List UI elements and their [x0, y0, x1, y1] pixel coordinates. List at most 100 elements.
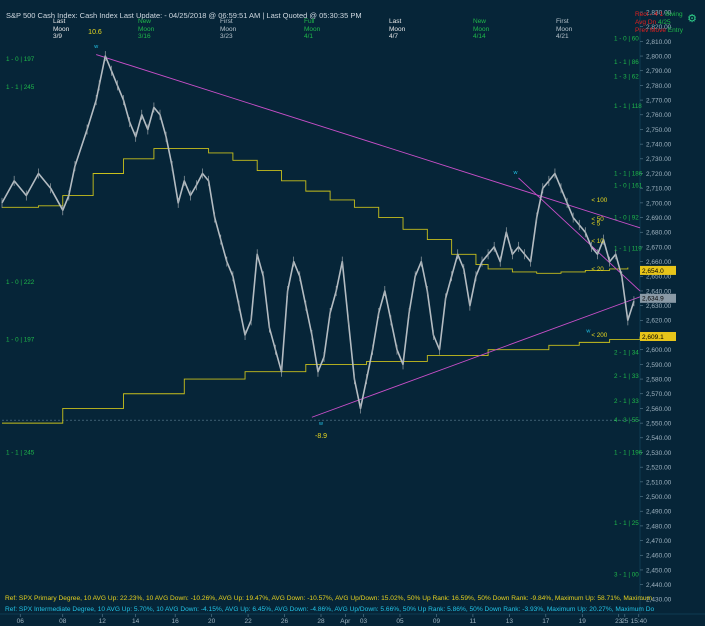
y-tick-label: 2,810.00 — [646, 39, 672, 46]
y-tick-label: 2,710.00 — [646, 186, 672, 193]
peak-label: 10.6 — [88, 29, 102, 36]
settings-icon[interactable]: ⚙ — [685, 12, 699, 26]
moon-phase-text: 4/1 — [304, 33, 314, 40]
x-tick-label: 19 — [579, 618, 587, 625]
y-tick-label: 2,700.00 — [646, 200, 672, 207]
moon-phase-text: 4/14 — [473, 33, 486, 40]
fib-label-right: 1 - 1 | 119 — [614, 245, 642, 252]
moon-phase-text: Full — [304, 18, 315, 25]
moon-phase-5: New Moon 4/14 — [473, 18, 489, 41]
y-tick-label: 2,540.00 — [646, 435, 672, 442]
x-tick-label: 06 — [17, 618, 25, 625]
y-tick-label: 2,470.00 — [646, 538, 672, 545]
y-tick-label: 2,660.00 — [646, 259, 672, 266]
moon-phase-text: Moon — [304, 25, 321, 33]
fib-label-right: 2 - 1 | 34 — [614, 350, 639, 357]
y-tick-label: 2,690.00 — [646, 215, 672, 222]
y-tick-label: 2,790.00 — [646, 68, 672, 75]
x-tick-label: 09 — [433, 618, 441, 625]
moon-phase-text: Moon — [138, 25, 155, 33]
y-tick-label: 2,760.00 — [646, 112, 672, 119]
fib-label-left: 1 - 0 | 197 — [6, 336, 35, 343]
primary-degree-stats: Ref: SPX Primary Degree, 10 AVG Up: 22.2… — [5, 595, 652, 602]
x-tick-label: 15:40 — [631, 618, 648, 625]
x-tick-label: 11 — [470, 618, 477, 625]
y-tick-label: 2,750.00 — [646, 127, 672, 134]
wave-mark: w — [93, 44, 98, 50]
status-value: 4/25 — [657, 19, 671, 26]
moon-phase-text: First — [556, 18, 569, 25]
y-tick-label: 2,740.00 — [646, 142, 672, 149]
fib-label-right: 4 - 3 | 55 — [614, 417, 639, 424]
fib-label-right: 1 - 1 | 196 — [614, 449, 643, 456]
fib-label-right: 1 - 0 | 60 — [614, 35, 639, 42]
x-tick-label: 05 — [396, 618, 404, 625]
fib-label-right: 1 - 0 | 92 — [614, 215, 639, 222]
x-tick-label: 14 — [132, 618, 140, 625]
x-tick-label: 25 — [621, 618, 629, 625]
y-tick-label: 2,490.00 — [646, 509, 672, 516]
wave-mark: w — [512, 170, 517, 176]
x-tick-label: 28 — [317, 618, 325, 625]
y-tick-label: 2,440.00 — [646, 582, 672, 589]
y-tick-label: 2,550.00 — [646, 421, 672, 428]
y-tick-label: 2,720.00 — [646, 171, 672, 178]
price-chart[interactable]: 2,430.002,440.002,450.002,460.002,470.00… — [0, 0, 705, 626]
x-tick-label: 12 — [99, 618, 107, 625]
x-tick-label: 16 — [172, 618, 180, 625]
status-row: Prev Move Entry — [635, 27, 683, 35]
status-row: Rect - 4 1 Swing — [635, 11, 683, 19]
x-tick-label: 20 — [208, 618, 216, 625]
moon-phase-2: First Moon 3/23 — [220, 18, 236, 41]
moon-phase-text: Moon — [53, 25, 70, 33]
moon-phase-text: 3/23 — [220, 33, 233, 40]
fib-label-right: 3 - 1 | 00 — [614, 571, 639, 578]
y-tick-label: 2,630.00 — [646, 303, 672, 310]
x-tick-label: 13 — [506, 618, 514, 625]
fib-label-right: 1 - 3 | 62 — [614, 74, 639, 81]
moon-phase-text: New — [473, 18, 487, 25]
trough-label: -8.9 — [315, 433, 327, 440]
price-box-label: 2,609.1 — [642, 334, 664, 341]
moon-phase-4: Last Moon 4/7 — [389, 18, 405, 41]
fib-label-left: 1 - 0 | 197 — [6, 56, 35, 63]
ma-50 — [2, 148, 629, 274]
level-label: < 10 — [591, 238, 604, 245]
y-tick-label: 2,560.00 — [646, 406, 672, 413]
fib-label-right: 1 - 1 | 86 — [614, 59, 639, 66]
moon-phase-text: Moon — [220, 25, 237, 33]
price-box-label: 2,634.9 — [642, 296, 664, 303]
y-tick-label: 2,800.00 — [646, 53, 672, 60]
status-row: Avg Dn 4/25 — [635, 19, 683, 27]
moon-phase-0: Last Moon 3/9 — [53, 18, 69, 41]
y-tick-label: 2,510.00 — [646, 479, 672, 486]
x-tick-label: 26 — [281, 618, 289, 625]
lower-trendline — [311, 296, 641, 418]
y-tick-label: 2,480.00 — [646, 523, 672, 530]
level-label: < 5 — [591, 220, 600, 227]
wave-mark: w — [318, 421, 323, 427]
y-tick-label: 2,670.00 — [646, 244, 672, 251]
y-tick-label: 2,500.00 — [646, 494, 672, 501]
y-tick-label: 2,590.00 — [646, 362, 672, 369]
fib-label-right: 2 - 1 | 33 — [614, 398, 639, 405]
moon-phase-3: Full Moon 4/1 — [304, 18, 320, 41]
moon-phase-text: Last — [389, 18, 402, 25]
top-right-status: Rect - 4 1 Swing Avg Dn 4/25 Prev Move Ent… — [635, 11, 683, 35]
moon-phase-6: First Moon 4/21 — [556, 18, 572, 41]
moon-phase-text: 3/9 — [53, 33, 63, 40]
y-tick-label: 2,570.00 — [646, 391, 672, 398]
ma-200 — [2, 336, 641, 424]
price-line — [1, 55, 635, 410]
moon-phase-text: Moon — [473, 25, 490, 33]
price-box-label: 2,654.0 — [642, 268, 664, 275]
level-label: < 200 — [591, 332, 607, 339]
x-tick-label: 03 — [360, 618, 368, 625]
fib-label-right: 1 - 0 | 161 — [614, 182, 643, 189]
y-tick-label: 2,460.00 — [646, 553, 672, 560]
fib-label-left: 1 - 1 | 245 — [6, 449, 35, 456]
fib-label-right: 1 - 1 | 118 — [614, 103, 642, 110]
y-tick-label: 2,580.00 — [646, 376, 672, 383]
moon-phase-text: 3/16 — [138, 33, 151, 40]
level-label: < 100 — [591, 197, 607, 204]
